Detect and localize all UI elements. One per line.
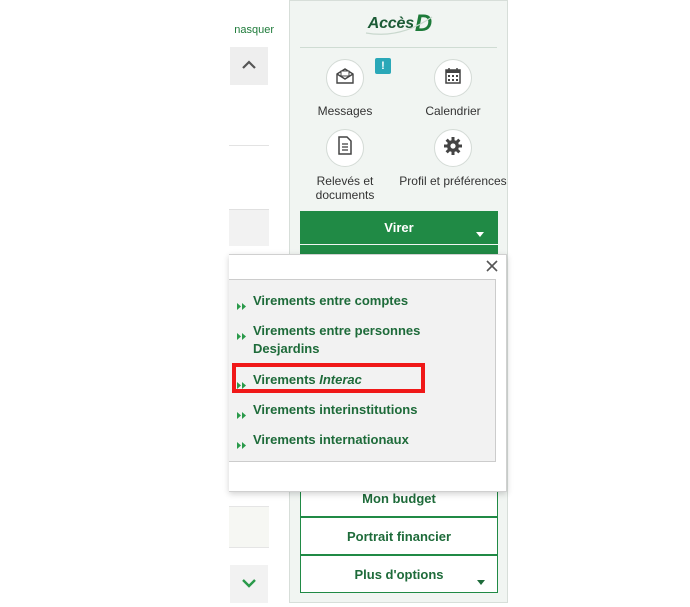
shortcut-icon-circle — [326, 129, 364, 167]
shortcut-label: Calendrier — [425, 104, 481, 118]
calendar-icon — [444, 67, 462, 90]
hide-link[interactable]: nasquer — [229, 24, 274, 38]
caret-down-icon — [477, 573, 485, 588]
chevron-up-icon — [241, 57, 257, 75]
double-chevron-icon — [237, 292, 253, 315]
scroll-up-button[interactable] — [230, 47, 268, 85]
menu-item-label: Virements entre comptes — [253, 293, 409, 308]
gear-icon — [443, 136, 463, 161]
double-chevron-icon — [237, 431, 253, 454]
financial-portrait-button-label: Portrait financier — [346, 528, 452, 544]
scroll-down-button[interactable] — [230, 565, 268, 603]
menu-item-interac-transfers[interactable]: Virements Interac — [237, 371, 487, 394]
transfer-options-list: Virements entre comptes Virements entre … — [229, 279, 496, 462]
shortcut-label: Profil et préférences — [399, 174, 507, 188]
divider — [229, 145, 269, 146]
shortcut-calendar[interactable]: Calendrier — [398, 59, 508, 118]
transfer-button[interactable]: Virer — [300, 211, 498, 244]
chevron-down-icon — [241, 575, 257, 593]
background-row — [229, 209, 269, 246]
more-options-button[interactable]: Plus d'options — [300, 555, 498, 593]
shortcut-label: Relevés et documents — [315, 174, 375, 202]
menu-item-transfers-between-accounts[interactable]: Virements entre comptes — [237, 292, 487, 315]
double-chevron-icon — [237, 401, 253, 424]
transfer-button-label: Virer — [384, 220, 414, 235]
budget-button-label: Mon budget — [362, 490, 436, 506]
envelope-icon — [335, 67, 355, 90]
document-icon — [337, 136, 353, 160]
hide-link-label: nasquer — [234, 24, 274, 36]
divider — [300, 47, 497, 48]
close-icon — [486, 259, 498, 277]
menu-item-label-emphasis: Interac — [319, 372, 362, 387]
menu-item-label: Virements Interac — [253, 371, 362, 389]
menu-item-label: Virements internationaux — [253, 432, 409, 447]
shortcut-statements[interactable]: Relevés et documents — [290, 129, 400, 202]
background-row — [229, 506, 269, 548]
double-chevron-icon — [237, 371, 253, 394]
menu-item-label: Virements interinstitutions — [253, 402, 418, 417]
shortcut-label: Messages — [317, 104, 373, 118]
close-button[interactable] — [484, 260, 500, 276]
menu-item-label: Virements entre personnes Desjardins — [253, 323, 421, 356]
menu-item-label-prefix: Virements — [253, 372, 320, 387]
shortcut-icon-circle — [326, 59, 364, 97]
shortcut-profile[interactable]: Profil et préférences — [398, 129, 508, 188]
financial-portrait-button[interactable]: Portrait financier — [300, 517, 498, 555]
double-chevron-icon — [237, 322, 253, 345]
shortcut-icon-circle — [434, 129, 472, 167]
notification-badge: ! — [375, 58, 391, 74]
menu-item-international-transfers[interactable]: Virements internationaux — [237, 431, 487, 454]
more-options-button-label: Plus d'options — [354, 566, 444, 582]
transfer-options-popup: Virements entre comptes Virements entre … — [229, 254, 507, 492]
logo-swoosh — [365, 16, 433, 35]
menu-item-transfers-between-persons[interactable]: Virements entre personnes Desjardins — [237, 322, 487, 358]
shortcut-icon-circle — [434, 59, 472, 97]
menu-item-interinstitution-transfers[interactable]: Virements interinstitutions — [237, 401, 487, 424]
acces-d-logo[interactable]: Accès D — [360, 10, 440, 37]
caret-down-icon — [476, 225, 484, 240]
